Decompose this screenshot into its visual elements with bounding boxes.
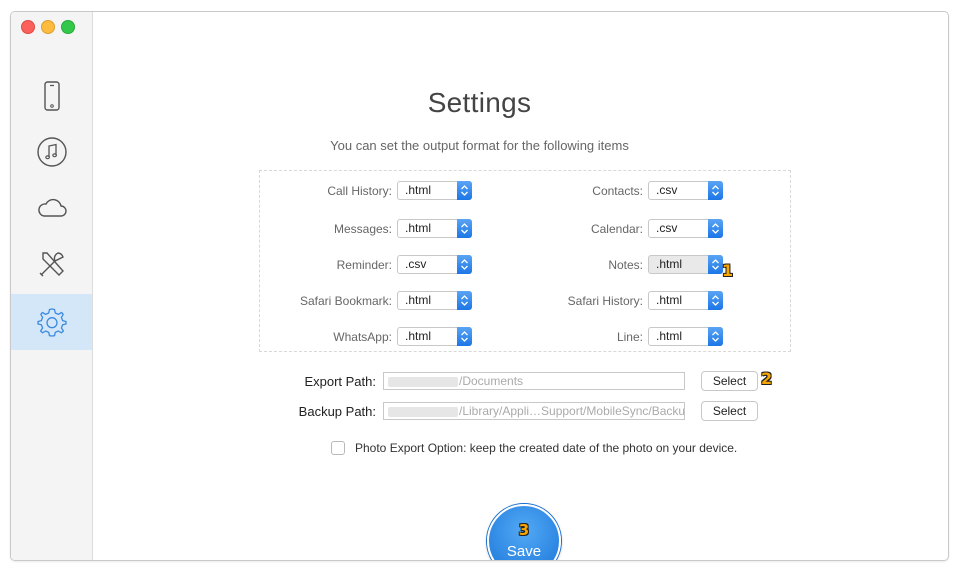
format-label: Notes: [608, 257, 643, 272]
redacted-username [388, 406, 458, 417]
chevron-updown-icon [708, 181, 723, 200]
contacts-format-select[interactable]: .csv [648, 181, 723, 200]
sidebar-item-icloud[interactable] [11, 180, 92, 236]
format-label: Safari Bookmark: [299, 293, 392, 308]
format-label: WhatsApp: [333, 329, 392, 344]
export-path-label: Export Path: [304, 373, 376, 389]
format-label: Reminder: [336, 257, 392, 272]
sidebar-item-tools[interactable] [11, 236, 92, 292]
photo-export-option: Photo Export Option: keep the created da… [331, 441, 737, 455]
format-row-notes: Notes: .html [513, 255, 723, 274]
messages-format-select[interactable]: .html [397, 219, 472, 238]
tools-icon [39, 252, 64, 277]
select-value: .html [405, 221, 432, 235]
format-label: Contacts: [592, 183, 643, 198]
select-value: .html [405, 329, 432, 343]
format-label: Safari History: [567, 293, 643, 308]
gear-icon [36, 308, 67, 337]
chevron-updown-icon [708, 327, 723, 346]
cloud-icon [37, 198, 67, 217]
chevron-updown-icon [708, 291, 723, 310]
page-title: Settings [427, 87, 532, 118]
page-subtitle: You can set the output format for the fo… [330, 138, 629, 153]
backup-path-value: /Library/Appli…Support/MobileSync/Backup [459, 404, 685, 418]
photo-export-label: Photo Export Option: keep the created da… [355, 441, 738, 455]
safari-history-format-select[interactable]: .html [648, 291, 723, 310]
backup-path-label: Backup Path: [298, 403, 376, 419]
app-window: Settings You can set the output format f… [10, 11, 949, 561]
select-value: .csv [405, 257, 427, 271]
zoom-window-button[interactable] [61, 20, 75, 34]
save-button-label: Save [506, 542, 542, 560]
format-row-whatsapp: WhatsApp: .html [260, 327, 472, 346]
chevron-updown-icon [457, 255, 472, 274]
select-value: .html [656, 293, 683, 307]
format-row-messages: Messages: .html [260, 219, 472, 238]
chevron-updown-icon [457, 219, 472, 238]
export-path-row: Export Path: /Documents Select [284, 371, 758, 391]
format-row-call-history: Call History: .html [260, 181, 472, 200]
export-path-select-button[interactable]: Select [701, 371, 758, 391]
backup-path-row: Backup Path: /Library/Appli…Support/Mobi… [284, 401, 758, 421]
format-row-line: Line: .html [513, 327, 723, 346]
notes-format-select[interactable]: .html [648, 255, 723, 274]
backup-path-field[interactable]: /Library/Appli…Support/MobileSync/Backup [383, 402, 685, 420]
sidebar-item-settings[interactable] [11, 294, 92, 350]
redacted-username [388, 376, 458, 387]
format-row-safari-bookmark: Safari Bookmark: .html [260, 291, 472, 310]
window-controls [21, 20, 75, 34]
safari-bookmark-format-select[interactable]: .html [397, 291, 472, 310]
format-label: Messages: [333, 221, 392, 236]
chevron-updown-icon [457, 291, 472, 310]
calendar-format-select[interactable]: .csv [648, 219, 723, 238]
select-value: .csv [656, 221, 678, 235]
close-window-button[interactable] [21, 20, 35, 34]
chevron-updown-icon [708, 255, 723, 274]
format-label: Line: [616, 329, 643, 344]
select-value: .html [405, 293, 432, 307]
backup-path-select-button[interactable]: Select [701, 401, 758, 421]
format-label: Call History: [327, 183, 392, 198]
chevron-updown-icon [708, 219, 723, 238]
format-row-safari-history: Safari History: .html [513, 291, 723, 310]
format-row-calendar: Calendar: .csv [513, 219, 723, 238]
step-badge-1: 1 [722, 261, 734, 280]
reminder-format-select[interactable]: .csv [397, 255, 472, 274]
step-badge-3: 3 [518, 520, 530, 539]
export-path-value: /Documents [459, 374, 524, 388]
minimize-window-button[interactable] [41, 20, 55, 34]
photo-export-checkbox[interactable] [331, 441, 345, 455]
select-value: .html [656, 329, 683, 343]
format-row-contacts: Contacts: .csv [513, 181, 723, 200]
save-button[interactable]: 3 Save [487, 504, 561, 560]
format-settings-panel: Call History: .html Messages: .html Remi… [259, 170, 791, 352]
whatsapp-format-select[interactable]: .html [397, 327, 472, 346]
step-badge-2: 2 [761, 369, 773, 388]
chevron-updown-icon [457, 327, 472, 346]
format-label: Calendar: [590, 221, 643, 236]
call-history-format-select[interactable]: .html [397, 181, 472, 200]
select-value: .html [405, 183, 432, 197]
select-value: .html [656, 257, 683, 271]
line-format-select[interactable]: .html [648, 327, 723, 346]
format-row-reminder: Reminder: .csv [260, 255, 472, 274]
chevron-updown-icon [457, 181, 472, 200]
select-value: .csv [656, 183, 678, 197]
export-path-field[interactable]: /Documents [383, 372, 685, 390]
